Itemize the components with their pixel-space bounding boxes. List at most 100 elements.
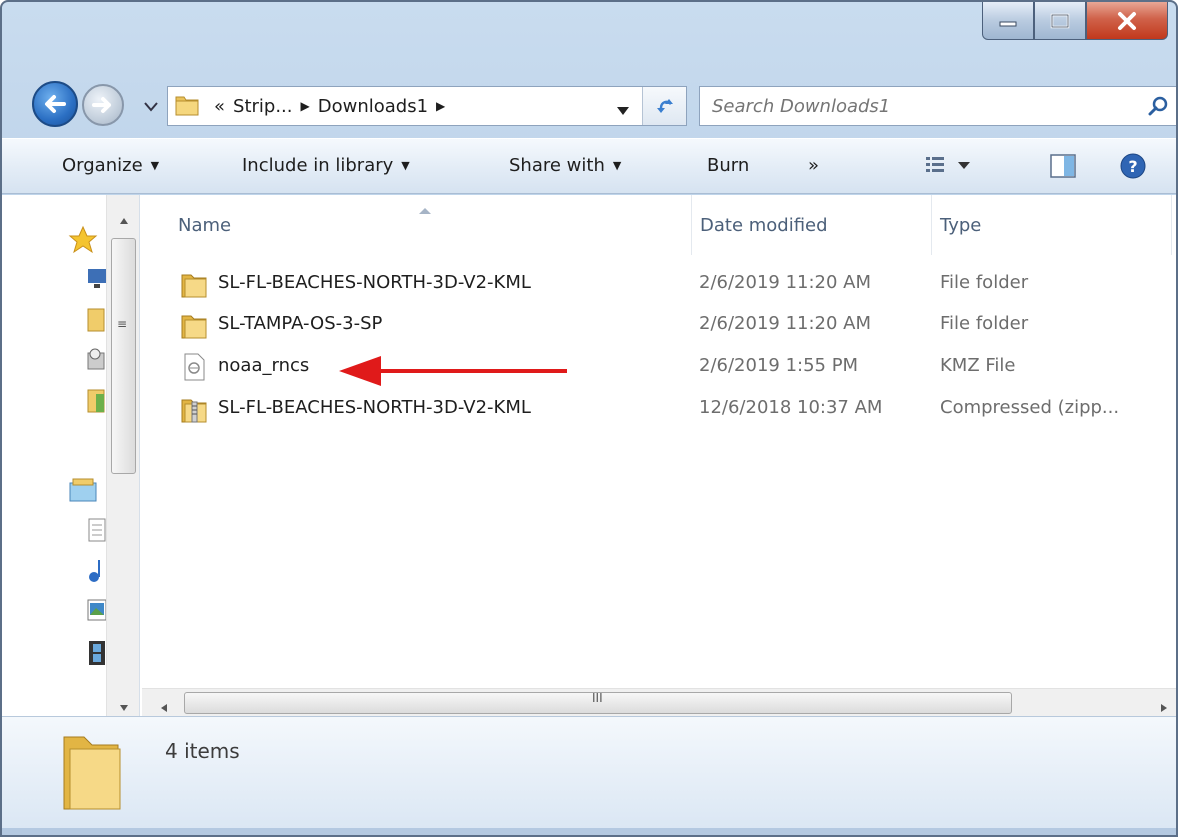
- scrollbar-grip: III: [592, 691, 603, 705]
- scroll-left-arrow[interactable]: [160, 697, 168, 718]
- file-list: Name Date modified Type SL-FL-BEACHES-NO…: [142, 195, 1176, 716]
- zip-folder-icon: [180, 394, 208, 429]
- minimize-button[interactable]: [982, 2, 1034, 40]
- maximize-icon: [1050, 13, 1070, 28]
- horizontal-scrollbar[interactable]: III: [142, 688, 1176, 716]
- maximize-button[interactable]: [1034, 2, 1086, 40]
- window-frame-bottom: [2, 828, 1176, 835]
- file-type: KMZ File: [940, 355, 1016, 376]
- column-header-type[interactable]: Type: [932, 195, 1172, 255]
- navigation-pane-scrollbar[interactable]: ≡: [106, 195, 139, 716]
- breadcrumb: « Strip... ▶ Downloads1 ▶: [214, 96, 445, 117]
- kmz-file-icon: [180, 352, 208, 387]
- organize-button[interactable]: Organize ▼: [62, 155, 159, 176]
- file-date: 2/6/2019 11:20 AM: [699, 272, 872, 293]
- folder-icon: [174, 91, 200, 122]
- libraries-icon[interactable]: [68, 477, 98, 508]
- burn-label: Burn: [707, 155, 750, 176]
- music-icon[interactable]: [86, 557, 108, 588]
- file-date: 12/6/2018 10:37 AM: [699, 397, 883, 418]
- scroll-down-arrow[interactable]: [119, 696, 129, 717]
- file-name: SL-FL-BEACHES-NORTH-3D-V2-KML: [218, 272, 531, 293]
- search-input[interactable]: [712, 95, 1112, 117]
- folder-icon: [180, 310, 208, 345]
- pictures-icon[interactable]: [86, 597, 108, 628]
- scroll-right-arrow[interactable]: [1160, 697, 1168, 718]
- recent-pages-dropdown[interactable]: [144, 96, 158, 117]
- burn-button[interactable]: Burn: [707, 155, 749, 176]
- back-arrow-icon: [45, 95, 66, 113]
- videos-icon[interactable]: [86, 639, 108, 672]
- search-icon[interactable]: [1148, 96, 1168, 121]
- preview-pane-button[interactable]: [1049, 152, 1079, 185]
- favorites-star-icon[interactable]: [68, 225, 98, 260]
- svg-text:?: ?: [1128, 157, 1137, 176]
- share-with-button[interactable]: Share with ▼: [509, 155, 621, 176]
- forward-button[interactable]: [82, 84, 124, 126]
- close-button[interactable]: [1086, 2, 1168, 40]
- more-label: »: [808, 155, 820, 176]
- breadcrumb-separator[interactable]: ▶: [301, 99, 310, 113]
- refresh-icon: [656, 99, 673, 113]
- search-box[interactable]: [699, 86, 1176, 126]
- scroll-up-arrow[interactable]: [119, 209, 129, 230]
- desktop-icon[interactable]: [86, 267, 108, 296]
- column-type-label: Type: [940, 215, 982, 236]
- command-bar: Organize ▼ Include in library ▼ Share wi…: [2, 138, 1176, 194]
- breadcrumb-separator[interactable]: ▶: [436, 99, 445, 113]
- chevron-down-icon: ▼: [401, 159, 410, 172]
- downloads-folder-icon[interactable]: [86, 307, 108, 338]
- breadcrumb-item-strip[interactable]: Strip...: [233, 96, 292, 117]
- share-with-label: Share with: [509, 155, 605, 176]
- address-bar[interactable]: « Strip... ▶ Downloads1 ▶: [167, 86, 687, 126]
- file-name: SL-FL-BEACHES-NORTH-3D-V2-KML: [218, 397, 531, 418]
- column-name-label: Name: [178, 215, 232, 236]
- column-header-name[interactable]: Name: [142, 195, 692, 255]
- chevron-down-icon: [617, 107, 629, 115]
- chevron-down-icon: ▼: [150, 159, 160, 172]
- file-row[interactable]: SL-FL-BEACHES-NORTH-3D-V2-KML 2/6/2019 1…: [142, 264, 1176, 306]
- recent-places-icon[interactable]: [86, 347, 108, 378]
- help-icon: ?: [1120, 153, 1146, 179]
- minimize-icon: [999, 21, 1017, 26]
- explorer-window: « Strip... ▶ Downloads1 ▶ Organize ▼: [0, 0, 1178, 837]
- more-commands-button[interactable]: »: [808, 155, 819, 176]
- scrollbar-thumb[interactable]: [111, 238, 136, 474]
- documents-icon[interactable]: [86, 517, 108, 548]
- file-row[interactable]: SL-TAMPA-OS-3-SP 2/6/2019 11:20 AM File …: [142, 305, 1176, 347]
- include-in-library-button[interactable]: Include in library ▼: [242, 155, 410, 176]
- file-type: File folder: [940, 272, 1029, 293]
- file-type: File folder: [940, 313, 1029, 334]
- file-date: 2/6/2019 1:55 PM: [699, 355, 859, 376]
- back-button[interactable]: [32, 81, 78, 127]
- breadcrumb-item-downloads1[interactable]: Downloads1: [318, 96, 428, 117]
- file-type: Compressed (zipp...: [940, 397, 1120, 418]
- folder-icon: [60, 733, 124, 818]
- change-view-button[interactable]: [924, 152, 984, 185]
- refresh-button[interactable]: [642, 87, 686, 125]
- help-button[interactable]: ?: [1119, 152, 1147, 185]
- breadcrumb-overflow[interactable]: «: [214, 96, 225, 117]
- close-icon: [1118, 11, 1136, 30]
- address-dropdown[interactable]: [616, 100, 630, 121]
- column-header-date-modified[interactable]: Date modified: [692, 195, 932, 255]
- red-annotation-arrow: [339, 356, 567, 386]
- folder-icon: [180, 269, 208, 304]
- folder-icon[interactable]: [86, 388, 108, 419]
- chevron-down-icon: ▼: [612, 159, 622, 172]
- forward-arrow-icon: [92, 97, 111, 113]
- sort-ascending-icon: [418, 199, 432, 220]
- details-pane: 4 items: [2, 716, 1176, 828]
- file-row[interactable]: noaa_rncs 2/6/2019 1:55 PM KMZ File: [142, 347, 1176, 389]
- navigation-bar: « Strip... ▶ Downloads1 ▶: [2, 72, 1176, 128]
- item-count: 4 items: [165, 739, 240, 763]
- view-options-icon: [926, 157, 970, 172]
- file-date: 2/6/2019 11:20 AM: [699, 313, 872, 334]
- organize-label: Organize: [62, 155, 143, 176]
- file-name: noaa_rncs: [218, 355, 310, 376]
- preview-pane-icon: [1050, 154, 1076, 178]
- column-date-label: Date modified: [700, 215, 828, 236]
- chevron-down-icon: [144, 102, 158, 112]
- file-row[interactable]: SL-FL-BEACHES-NORTH-3D-V2-KML 12/6/2018 …: [142, 389, 1176, 431]
- caption-buttons: [982, 2, 1168, 42]
